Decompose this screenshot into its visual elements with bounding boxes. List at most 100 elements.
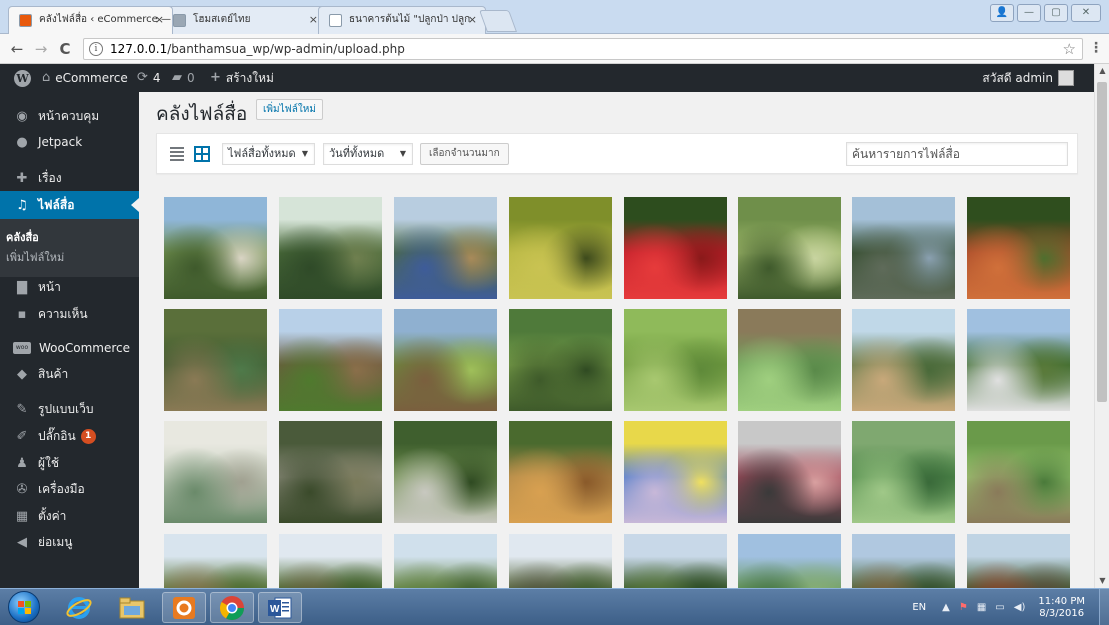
chrome-icon[interactable] (210, 592, 254, 623)
tray-app-icon[interactable]: ▦ (977, 602, 986, 613)
comments-menu[interactable]: ▰ 0 (172, 64, 195, 92)
media-thumbnail-field-row-1[interactable] (164, 534, 267, 588)
sidebar-item[interactable]: ✚ เรื่อง (0, 164, 139, 192)
sidebar-item[interactable]: ▦ ตั้งค่า (0, 502, 139, 530)
internet-explorer-icon[interactable] (57, 592, 101, 623)
sidebar-item[interactable]: ▇ หน้า (0, 273, 139, 301)
sidebar-item[interactable]: ✇ เครื่องมือ (0, 475, 139, 503)
media-thumbnail-vegetable-rows[interactable] (394, 309, 497, 411)
media-thumbnail-rambutans[interactable] (624, 197, 727, 299)
media-thumbnail-rambutan-tree[interactable] (967, 197, 1070, 299)
media-thumbnail-durians[interactable] (509, 197, 612, 299)
show-hidden-icons-icon[interactable]: ▲ (942, 602, 950, 613)
media-thumbnail-melon-in-field[interactable] (164, 309, 267, 411)
reload-icon[interactable]: C (56, 40, 74, 58)
scroll-down-arrow-icon[interactable]: ▼ (1095, 574, 1109, 588)
browser-tab[interactable]: โฮมสเตย์ไทย × (162, 6, 327, 34)
file-explorer-icon[interactable] (110, 592, 154, 623)
media-thumbnail-tree-seedlings[interactable] (279, 309, 382, 411)
media-thumbnail-green-house[interactable] (738, 534, 841, 588)
media-thumbnail-palm-field[interactable] (509, 534, 612, 588)
url-text[interactable]: 127.0.0.1/banthamsua_wp/wp-admin/upload.… (110, 42, 405, 56)
media-thumbnail-woman-under-tree[interactable] (738, 197, 841, 299)
page-scrollbar[interactable]: ▲ ▼ (1094, 64, 1109, 588)
media-thumbnail-garden-with-shelter[interactable] (394, 197, 497, 299)
media-thumbnail-field-row-2[interactable] (279, 534, 382, 588)
sidebar-item[interactable]: ◆ สินค้า (0, 360, 139, 388)
outlook-icon[interactable] (162, 592, 206, 623)
tab-close-icon[interactable]: × (155, 7, 164, 33)
media-thumbnail-hand-drawn-map[interactable] (164, 421, 267, 523)
submenu-add-new[interactable]: เพิ่มไฟล์ใหม่ (6, 248, 64, 266)
scrollbar-thumb[interactable] (1097, 82, 1107, 402)
new-content-menu[interactable]: + สร้างใหม่ (210, 64, 274, 92)
media-thumbnail-village-hut[interactable] (852, 534, 955, 588)
media-thumbnail-village-path[interactable] (852, 309, 955, 411)
list-view-icon[interactable] (170, 147, 184, 161)
sidebar-item[interactable]: ✎ รูปแบบเว็บ (0, 395, 139, 423)
media-thumbnail-signboard-garden[interactable] (967, 309, 1070, 411)
word-icon[interactable]: W (258, 592, 302, 623)
media-thumbnail-tobacco-leaves[interactable] (852, 421, 955, 523)
media-thumbnail-field-row-3[interactable] (394, 534, 497, 588)
bookmark-star-icon[interactable]: ☆ (1063, 40, 1076, 58)
show-desktop-button[interactable] (1099, 589, 1109, 625)
browser-tab[interactable]: ธนาคารต้นไม้ "ปลูกป่า ปลูก × (318, 6, 486, 34)
updates-menu[interactable]: ⟳ 4 (137, 64, 161, 92)
sidebar-item[interactable]: ◀ ย่อเมนู (0, 528, 139, 556)
browser-tab[interactable]: คลังไฟล์สื่อ ‹ eCommerce — × (8, 6, 173, 34)
media-thumbnail-red-house[interactable] (967, 534, 1070, 588)
browser-menu-icon[interactable]: ⋮ (1089, 40, 1103, 56)
forward-arrow-icon[interactable]: → (32, 40, 50, 58)
sidebar-item[interactable]: ▪ ความเห็น (0, 300, 139, 328)
wp-logo-menu[interactable]: W (14, 64, 31, 92)
media-thumbnail-tobacco-plant[interactable] (738, 309, 841, 411)
media-type-filter[interactable]: ไฟล์สื่อทั้งหมด ▼ (222, 143, 315, 165)
media-thumbnail-baskets-and-honey[interactable] (509, 421, 612, 523)
scroll-up-arrow-icon[interactable]: ▲ (1095, 64, 1109, 78)
svg-text:W: W (270, 604, 280, 615)
media-thumbnail-forest-homestay-sign[interactable] (394, 421, 497, 523)
site-name-menu[interactable]: ⌂ eCommerce (42, 64, 128, 92)
profile-icon[interactable]: 👤 (990, 4, 1014, 22)
sidebar-item[interactable]: woo WooCommerce (0, 334, 139, 362)
info-icon[interactable]: i (89, 42, 103, 56)
sidebar-item[interactable]: ♫ ไฟล์สื่อ (0, 191, 139, 219)
close-window-button[interactable]: ✕ (1071, 4, 1101, 22)
clock[interactable]: 11:40 PM 8/3/2016 (1038, 596, 1085, 620)
action-center-flag-icon[interactable]: ⚑ (959, 602, 968, 613)
network-icon[interactable]: ▭ (995, 602, 1004, 613)
grid-view-icon[interactable] (194, 146, 210, 162)
add-new-media-button[interactable]: เพิ่มไฟล์ใหม่ (256, 99, 323, 120)
submenu-library[interactable]: คลังสื่อ (6, 228, 39, 246)
media-thumbnail-palm-trees[interactable] (624, 534, 727, 588)
address-bar[interactable]: i 127.0.0.1/banthamsua_wp/wp-admin/uploa… (83, 38, 1083, 60)
media-search-input[interactable]: ค้นหารายการไฟล์สื่อ (846, 142, 1068, 166)
date-filter[interactable]: วันที่ทั้งหมด ▼ (323, 143, 413, 165)
minimize-button[interactable]: — (1017, 4, 1041, 22)
sidebar-item[interactable]: ● Jetpack (0, 128, 139, 156)
media-thumbnail-t-shirts[interactable] (624, 421, 727, 523)
bulk-select-button[interactable]: เลือกจำนวนมาก (420, 143, 509, 165)
media-thumbnail-stone-sign-forest[interactable] (279, 421, 382, 523)
media-thumbnail-lake-with-trees[interactable] (279, 197, 382, 299)
volume-icon[interactable]: ◀) (1014, 602, 1026, 613)
language-indicator[interactable]: EN (912, 602, 926, 613)
sidebar-item[interactable]: ✐ ปลั๊กอิน 1 (0, 422, 139, 450)
media-thumbnail-river-rafting[interactable] (852, 197, 955, 299)
sidebar-item[interactable]: ♟ ผู้ใช้ (0, 449, 139, 477)
start-button[interactable] (8, 591, 40, 623)
maximize-button[interactable]: ▢ (1044, 4, 1068, 22)
media-thumbnail-grass-patch[interactable] (624, 309, 727, 411)
tab-close-icon[interactable]: × (309, 7, 318, 33)
my-account-menu[interactable]: สวัสดี admin (982, 64, 1074, 92)
media-thumbnail-big-leaf-plant[interactable] (967, 421, 1070, 523)
media-thumbnail-leafy-plant[interactable] (509, 309, 612, 411)
sidebar-item[interactable]: ◉ หน้าควบคุม (0, 102, 139, 130)
back-arrow-icon[interactable]: ← (8, 40, 26, 58)
tab-favicon-icon (173, 14, 186, 27)
media-thumbnail-packaged-product[interactable] (738, 421, 841, 523)
tab-close-icon[interactable]: × (468, 7, 477, 33)
users-icon: ♟ (16, 455, 28, 471)
media-thumbnail-riverside-picnic-tables[interactable] (164, 197, 267, 299)
